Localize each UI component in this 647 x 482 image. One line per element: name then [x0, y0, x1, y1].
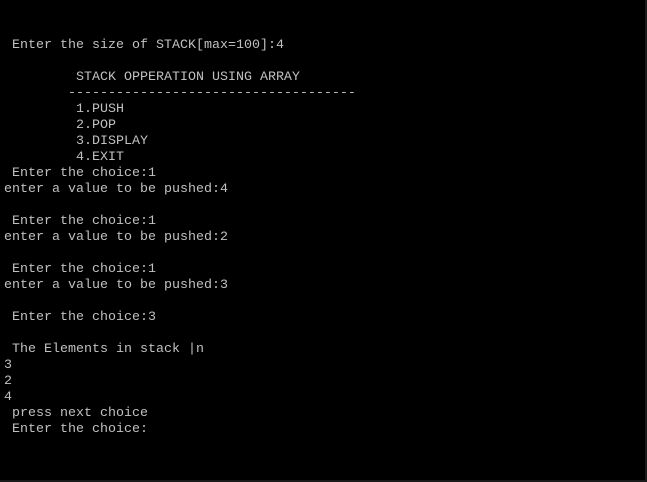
console-line: 2	[4, 374, 12, 389]
console-window[interactable]: Enter the size of STACK[max=100]:4 STACK…	[0, 0, 647, 482]
console-output: Enter the size of STACK[max=100]:4 STACK…	[4, 38, 356, 438]
console-line: 2.POP	[4, 118, 116, 133]
console-line: ------------------------------------	[4, 86, 356, 101]
console-line: Enter the choice:1	[4, 214, 156, 229]
console-line: 3.DISPLAY	[4, 134, 148, 149]
console-line: 4	[4, 390, 12, 405]
console-line: enter a value to be pushed:4	[4, 182, 228, 197]
console-line: 3	[4, 358, 12, 373]
console-line: enter a value to be pushed:2	[4, 230, 228, 245]
console-line: 4.EXIT	[4, 150, 124, 165]
console-line: Enter the size of STACK[max=100]:4	[4, 38, 284, 53]
console-line: enter a value to be pushed:3	[4, 278, 228, 293]
console-line: The Elements in stack |n	[4, 342, 204, 357]
console-line: Enter the choice:	[4, 422, 148, 437]
console-line: Enter the choice:1	[4, 262, 156, 277]
console-line: Enter the choice:1	[4, 166, 156, 181]
console-line: STACK OPPERATION USING ARRAY	[4, 70, 300, 85]
console-line: 1.PUSH	[4, 102, 124, 117]
console-line: press next choice	[4, 406, 148, 421]
console-line: Enter the choice:3	[4, 310, 156, 325]
